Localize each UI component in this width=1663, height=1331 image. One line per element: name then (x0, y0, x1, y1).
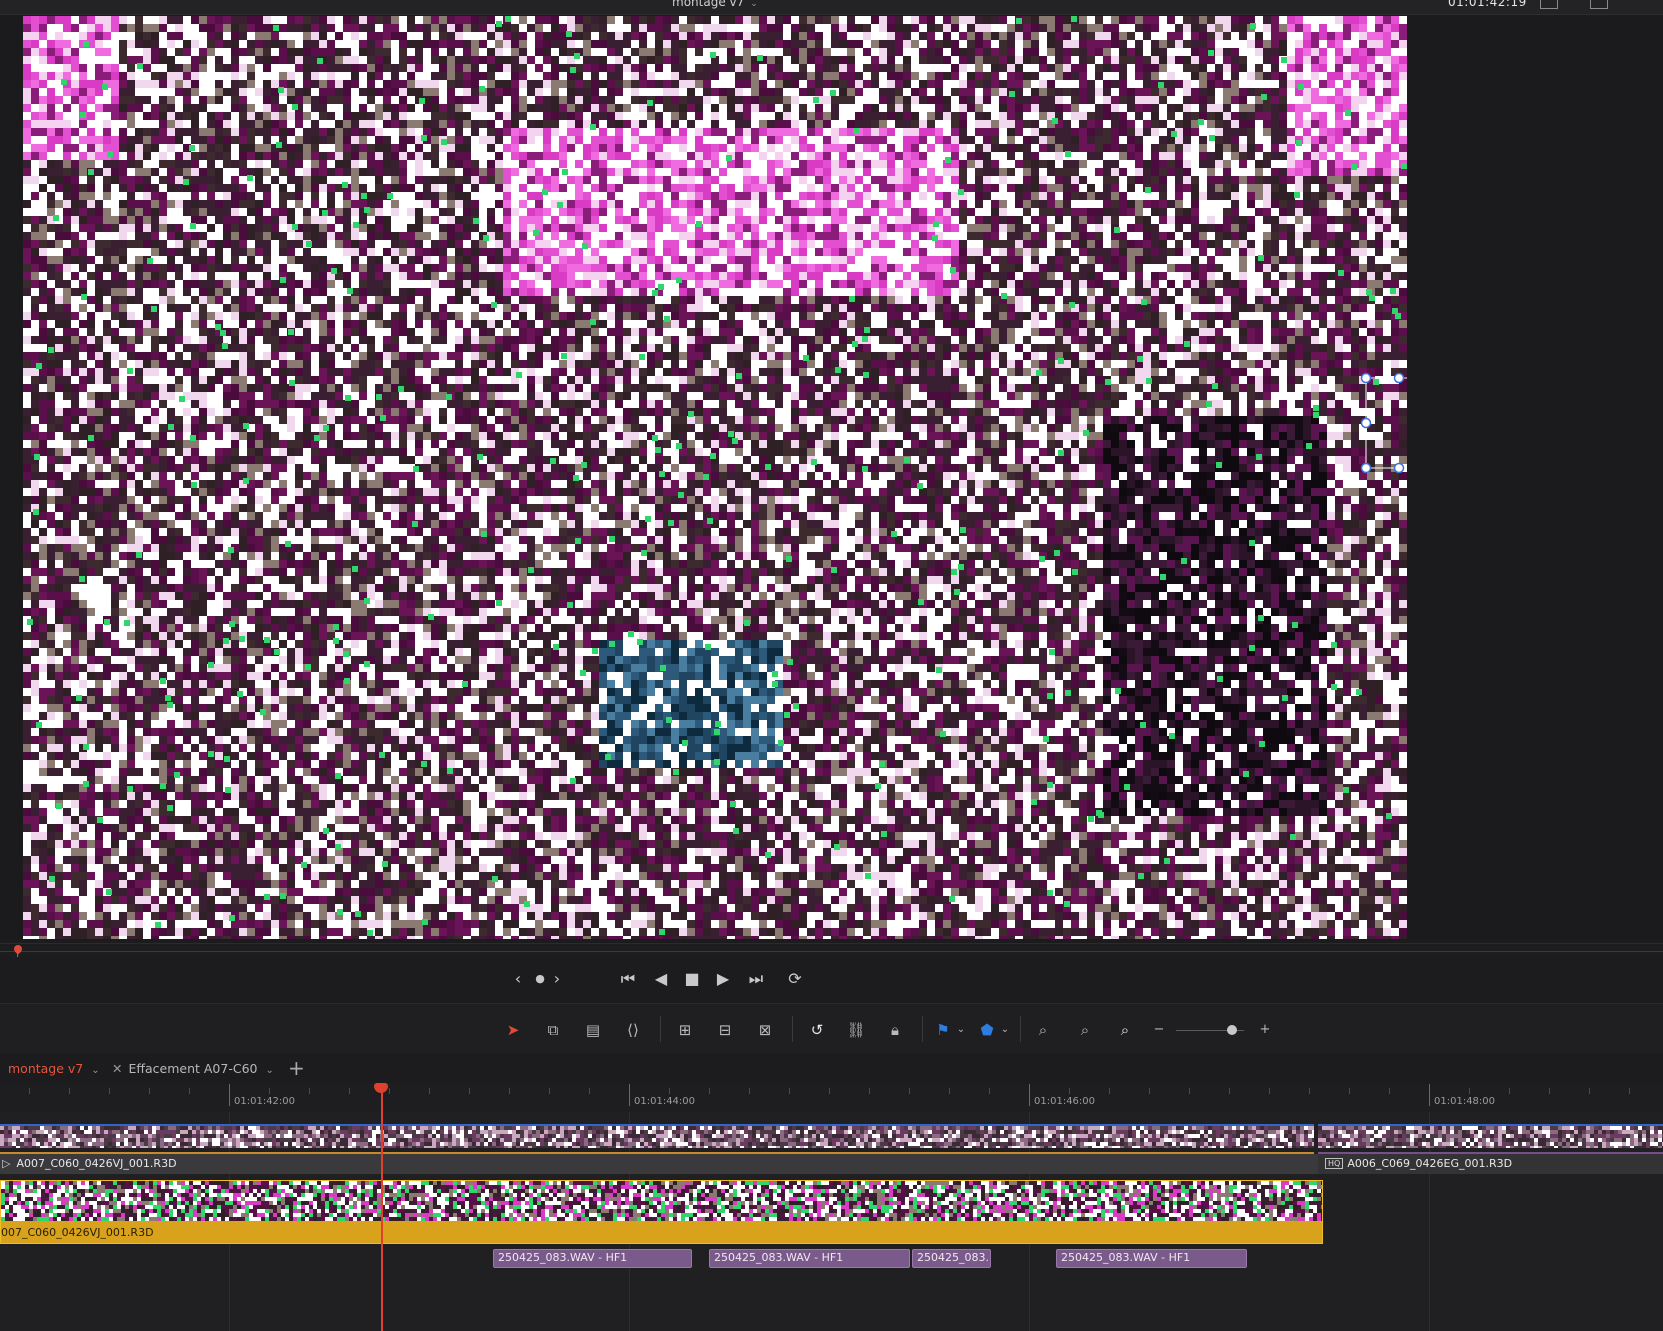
clip-thumbnail-image (1, 1181, 1322, 1221)
ruler-label: 01:01:44:00 (634, 1096, 695, 1107)
chevron-down-icon[interactable]: ⌄ (948, 1019, 974, 1041)
replace-clip-icon[interactable]: ⊠ (752, 1019, 778, 1041)
zoom-out-button[interactable]: − (1146, 1019, 1172, 1041)
video1-clip[interactable]: 007_C060_0426VJ_001.R3D (0, 1180, 1323, 1244)
scrubber-playhead-icon[interactable] (12, 943, 24, 955)
ruler-label: 01:01:46:00 (1034, 1096, 1095, 1107)
clip-name: 250425_083.WAV - HF1 (498, 1251, 627, 1264)
jog-left-button[interactable]: ‹ (511, 969, 525, 991)
timeline-tabs: montage v7 ⌄ ✕ Effacement A07-C60 ⌄ + (0, 1054, 1663, 1085)
toolbar-divider (1020, 1016, 1021, 1042)
clip-name: ▷ A007_C060_0426VJ_001.R3D (2, 1157, 177, 1170)
blade-icon[interactable]: ⟨⟩ (620, 1019, 646, 1041)
clip-thumbnail-image (0, 1126, 1314, 1148)
snapping-icon[interactable]: ↺ (804, 1019, 830, 1041)
hq-badge: HQ (1325, 1158, 1344, 1169)
toolbar-divider (792, 1016, 793, 1042)
chevron-down-icon[interactable]: ⌄ (992, 1019, 1018, 1041)
video2-clip-b-thumbnails[interactable] (1318, 1124, 1663, 1154)
play-icon[interactable]: ▶ (710, 969, 736, 991)
timeline-title: montage v7 (672, 0, 744, 9)
clip-name: HQ A006_C069_0426EG_001.R3D (1325, 1157, 1512, 1170)
timeline-ruler[interactable]: 01:01:42:00 01:01:44:00 01:01:46:00 01:0… (0, 1084, 1663, 1113)
viewer-header: montage v7 ⌄ 01:01:42:19 (0, 0, 1663, 15)
viewer-frame[interactable] (23, 16, 1407, 939)
audio-clip[interactable]: 250425_083.WAV - HF1 (493, 1249, 692, 1268)
insert-clip-icon[interactable]: ⊞ (672, 1019, 698, 1041)
stop-icon[interactable]: ■ (679, 969, 705, 991)
audio-clip[interactable]: 250425_083.WAV - HF1 (709, 1249, 910, 1268)
tab-montage-v7[interactable]: montage v7 ⌄ (8, 1060, 118, 1080)
position-lock-icon[interactable]: 🔒︎ (882, 1019, 908, 1041)
play-reverse-icon[interactable]: ◀ (648, 969, 674, 991)
zoom-custom-icon[interactable]: ⌕ (1112, 1019, 1138, 1041)
chevron-down-icon: ⌄ (750, 0, 758, 9)
zoom-slider-handle[interactable] (1227, 1025, 1237, 1035)
trim-icon[interactable]: ⧉ (540, 1019, 566, 1041)
scrubber-track (0, 951, 1663, 952)
jump-to-start-icon[interactable]: ⏮ (615, 969, 641, 991)
video2-clip-a[interactable]: ▷ A007_C060_0426VJ_001.R3D (0, 1154, 1318, 1174)
jump-to-end-icon[interactable]: ⏭ (743, 969, 769, 991)
dynamic-trim-icon[interactable]: ▤ (580, 1019, 606, 1041)
chevron-down-icon[interactable]: ⌄ (265, 1065, 273, 1076)
tab-effacement[interactable]: ✕ Effacement A07-C60 ⌄ (112, 1060, 274, 1080)
loop-icon[interactable]: ⟳ (782, 969, 808, 991)
ruler-label: 01:01:42:00 (234, 1096, 295, 1107)
close-icon[interactable]: ✕ (112, 1061, 122, 1076)
timeline-selector[interactable]: montage v7 ⌄ (672, 0, 758, 9)
video2-clip-b[interactable]: HQ A006_C069_0426EG_001.R3D (1318, 1154, 1663, 1174)
edit-toolbar: ➤ ⧉ ▤ ⟨⟩ ⊞ ⊟ ⊠ ↺ ⛓ 🔒︎ ⚑ ⌄ ⬟ ⌄ ⌕ ⌕ ⌕ − + (0, 1003, 1663, 1055)
toolbar-divider (660, 1016, 661, 1042)
toolbar-divider (922, 1016, 923, 1042)
viewer-scrubber[interactable] (0, 943, 1663, 959)
zoom-detail-icon[interactable]: ⌕ (1072, 1019, 1098, 1041)
ruler-label: 01:01:48:00 (1434, 1096, 1495, 1107)
tab-label: Effacement A07-C60 (128, 1061, 257, 1076)
clip-name: 250425_083... (917, 1251, 990, 1264)
video-frame-image (23, 16, 1407, 939)
jog-right-button[interactable]: › (550, 969, 564, 991)
zoom-in-button[interactable]: + (1252, 1019, 1278, 1041)
video2-clip-thumbnails[interactable] (0, 1124, 1314, 1154)
jog-dot-icon[interactable]: ● (533, 969, 547, 991)
clip-name: 007_C060_0426VJ_001.R3D (1, 1226, 154, 1239)
clip-thumbnail-image (1318, 1126, 1663, 1148)
tab-label: montage v7 (8, 1061, 83, 1076)
timeline-tracks[interactable]: ▷ A007_C060_0426VJ_001.R3D HQ A006_C069_04… (0, 1112, 1663, 1331)
timecode-display: 01:01:42:19 (1448, 0, 1527, 9)
audio-clip[interactable]: 250425_083... (912, 1249, 991, 1268)
transport-controls: ‹ ● › ⏮ ◀ ■ ▶ ⏭ ⟳ (0, 957, 1663, 1003)
selection-icon[interactable]: ➤ (500, 1019, 526, 1041)
viewer-layout-icon[interactable] (1540, 0, 1558, 9)
clip-name: 250425_083.WAV - HF1 (1061, 1251, 1190, 1264)
overwrite-clip-icon[interactable]: ⊟ (712, 1019, 738, 1041)
chevron-down-icon[interactable]: ⌄ (91, 1065, 99, 1076)
linked-selection-icon[interactable]: ⛓ (843, 1019, 869, 1041)
playhead-line[interactable] (381, 1090, 383, 1331)
audio-clip[interactable]: 250425_083.WAV - HF1 (1056, 1249, 1247, 1268)
quality-icon[interactable] (1590, 0, 1608, 9)
add-timeline-button[interactable]: + (288, 1056, 305, 1080)
zoom-full-icon[interactable]: ⌕ (1030, 1019, 1056, 1041)
clip-name: 250425_083.WAV - HF1 (714, 1251, 843, 1264)
